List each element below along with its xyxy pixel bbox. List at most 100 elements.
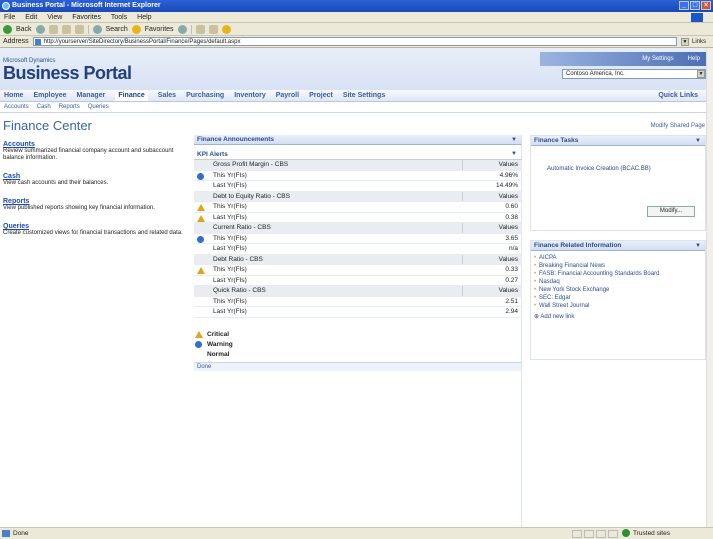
- forward-icon[interactable]: [35, 24, 45, 34]
- address-dropdown-icon[interactable]: ▼: [681, 37, 689, 46]
- related-link[interactable]: Nasdaq: [534, 278, 705, 286]
- kpi-row-label[interactable]: Last Yr(FIs): [213, 308, 247, 315]
- related-link[interactable]: FASB: Financial Accounting Standards Boa…: [534, 270, 705, 278]
- kpi-row-label[interactable]: This Yr(FIs): [213, 203, 247, 210]
- print-icon[interactable]: [208, 24, 218, 34]
- related-link[interactable]: New York Stock Exchange: [534, 286, 705, 294]
- warning-icon: [195, 340, 202, 348]
- tab-payroll[interactable]: Payroll: [276, 90, 299, 101]
- maximize-icon[interactable]: □: [690, 1, 700, 10]
- favorites-icon[interactable]: [131, 24, 141, 34]
- announcements-header: Finance Announcements ▼: [194, 135, 521, 145]
- webpart-menu-icon[interactable]: ▼: [695, 241, 701, 251]
- address-url: http://yourserver/SiteDirectory/Business…: [43, 39, 241, 45]
- kpi-row-value: 0.60: [462, 201, 522, 213]
- kpi-row-label[interactable]: This Yr(FIs): [213, 298, 247, 305]
- tab-purchasing[interactable]: Purchasing: [186, 90, 224, 101]
- favorites-button[interactable]: Favorites: [145, 26, 174, 33]
- list-item: Accounts Review summarized financial com…: [3, 141, 183, 162]
- site-selector-value: Contoso America, Inc.: [566, 71, 625, 77]
- menu-view[interactable]: View: [47, 14, 62, 21]
- trusted-zone-icon: [622, 529, 630, 537]
- status-bar: Done Trusted sites: [0, 527, 713, 539]
- menu-edit[interactable]: Edit: [25, 14, 37, 21]
- related-link[interactable]: Wall Street Journal: [534, 302, 705, 310]
- status-text: Done: [13, 530, 29, 537]
- my-settings-link[interactable]: My Settings: [642, 56, 673, 62]
- kpi-row-value: 2.51: [462, 296, 522, 307]
- kpi-row-label[interactable]: Last Yr(FIs): [213, 245, 247, 252]
- quick-links-menu[interactable]: Quick Links: [658, 90, 698, 102]
- kpi-row-label-cell: Last Yr(FIs): [194, 275, 462, 286]
- refresh-icon[interactable]: [61, 24, 71, 34]
- search-icon[interactable]: [92, 24, 102, 34]
- links-button[interactable]: Links: [692, 39, 706, 45]
- right-column: Finance Tasks ▼ Automatic Invoice Creati…: [530, 135, 706, 360]
- related-link[interactable]: SEC: Edgar: [534, 294, 705, 302]
- menu-file[interactable]: File: [4, 14, 15, 21]
- kpi-row-value: n/a: [462, 243, 522, 255]
- accounts-link[interactable]: Accounts: [3, 141, 183, 148]
- kpi-group-row: Gross Profit Margin - CBS Values: [194, 159, 522, 171]
- kpi-group-name: Gross Profit Margin - CBS: [194, 159, 462, 171]
- tab-project[interactable]: Project: [309, 90, 333, 101]
- kpi-row-label-cell: This Yr(FIs): [194, 233, 462, 244]
- subnav-cash[interactable]: Cash: [37, 102, 51, 112]
- webpart-menu-icon[interactable]: ▼: [511, 151, 517, 157]
- kpi-group-row: Current Ratio - CBS Values: [194, 222, 522, 234]
- windows-logo-icon: [691, 13, 703, 22]
- modify-button[interactable]: Modify...: [647, 206, 695, 217]
- menu-tools[interactable]: Tools: [111, 14, 127, 21]
- top-navigation: Home Employee Manager Finance Sales Purc…: [0, 90, 706, 102]
- close-icon[interactable]: ×: [701, 1, 711, 10]
- webpart-menu-icon[interactable]: ▼: [511, 135, 517, 145]
- back-button[interactable]: Back: [16, 26, 32, 33]
- subnav-queries[interactable]: Queries: [88, 102, 109, 112]
- legend-critical: Critical: [194, 330, 521, 340]
- vertical-scrollbar[interactable]: [706, 48, 713, 527]
- help-link[interactable]: Help: [688, 56, 700, 62]
- subnav-reports[interactable]: Reports: [59, 102, 80, 112]
- kpi-row-label[interactable]: Last Yr(FIs): [213, 214, 247, 221]
- tab-employee[interactable]: Employee: [33, 90, 66, 101]
- kpi-row-label-cell: Last Yr(FIs): [194, 306, 462, 318]
- tab-inventory[interactable]: Inventory: [234, 90, 266, 101]
- minimize-icon[interactable]: _: [679, 1, 689, 10]
- kpi-group-name: Quick Ratio - CBS: [194, 285, 462, 297]
- webpart-menu-icon[interactable]: ▼: [695, 136, 701, 146]
- kpi-row-label[interactable]: This Yr(FIs): [213, 235, 247, 242]
- kpi-group-name: Current Ratio - CBS: [194, 222, 462, 234]
- table-row: This Yr(FIs) 0.60: [194, 201, 522, 213]
- related-link[interactable]: AICPA: [534, 254, 705, 262]
- tab-finance[interactable]: Finance: [115, 90, 148, 101]
- cash-link[interactable]: Cash: [3, 173, 183, 180]
- kpi-row-label-cell: Last Yr(FIs): [194, 212, 462, 223]
- stop-icon[interactable]: [48, 24, 58, 34]
- history-icon[interactable]: [177, 24, 187, 34]
- tab-sales[interactable]: Sales: [158, 90, 176, 101]
- tab-site-settings[interactable]: Site Settings: [343, 90, 385, 101]
- menu-favorites[interactable]: Favorites: [72, 14, 101, 21]
- chevron-down-icon[interactable]: ▼: [697, 70, 705, 78]
- reports-link[interactable]: Reports: [3, 198, 183, 205]
- kpi-row-label[interactable]: This Yr(FIs): [213, 172, 247, 179]
- tab-manager[interactable]: Manager: [77, 90, 106, 101]
- mail-icon[interactable]: [195, 24, 205, 34]
- search-button[interactable]: Search: [106, 26, 128, 33]
- add-new-link[interactable]: ⊕ Add new link: [531, 310, 705, 320]
- home-icon[interactable]: [74, 24, 84, 34]
- site-selector[interactable]: Contoso America, Inc. ▼: [562, 69, 706, 79]
- subnav-accounts[interactable]: Accounts: [4, 102, 29, 112]
- modify-shared-page-link[interactable]: Modify Shared Page: [651, 123, 705, 129]
- queries-link[interactable]: Queries: [3, 223, 183, 230]
- menu-help[interactable]: Help: [137, 14, 151, 21]
- kpi-row-label[interactable]: This Yr(FIs): [213, 266, 247, 273]
- tab-home[interactable]: Home: [4, 90, 23, 101]
- related-link[interactable]: Breaking Financial News: [534, 262, 705, 270]
- kpi-row-label[interactable]: Last Yr(FIs): [213, 182, 247, 189]
- folder-icon[interactable]: [221, 24, 231, 34]
- kpi-row-label[interactable]: Last Yr(FIs): [213, 277, 247, 284]
- task-item[interactable]: Automatic Invoice Creation (BCAC.BB): [531, 146, 705, 173]
- back-icon[interactable]: [3, 24, 12, 34]
- address-input[interactable]: http://yourserver/SiteDirectory/Business…: [32, 37, 677, 46]
